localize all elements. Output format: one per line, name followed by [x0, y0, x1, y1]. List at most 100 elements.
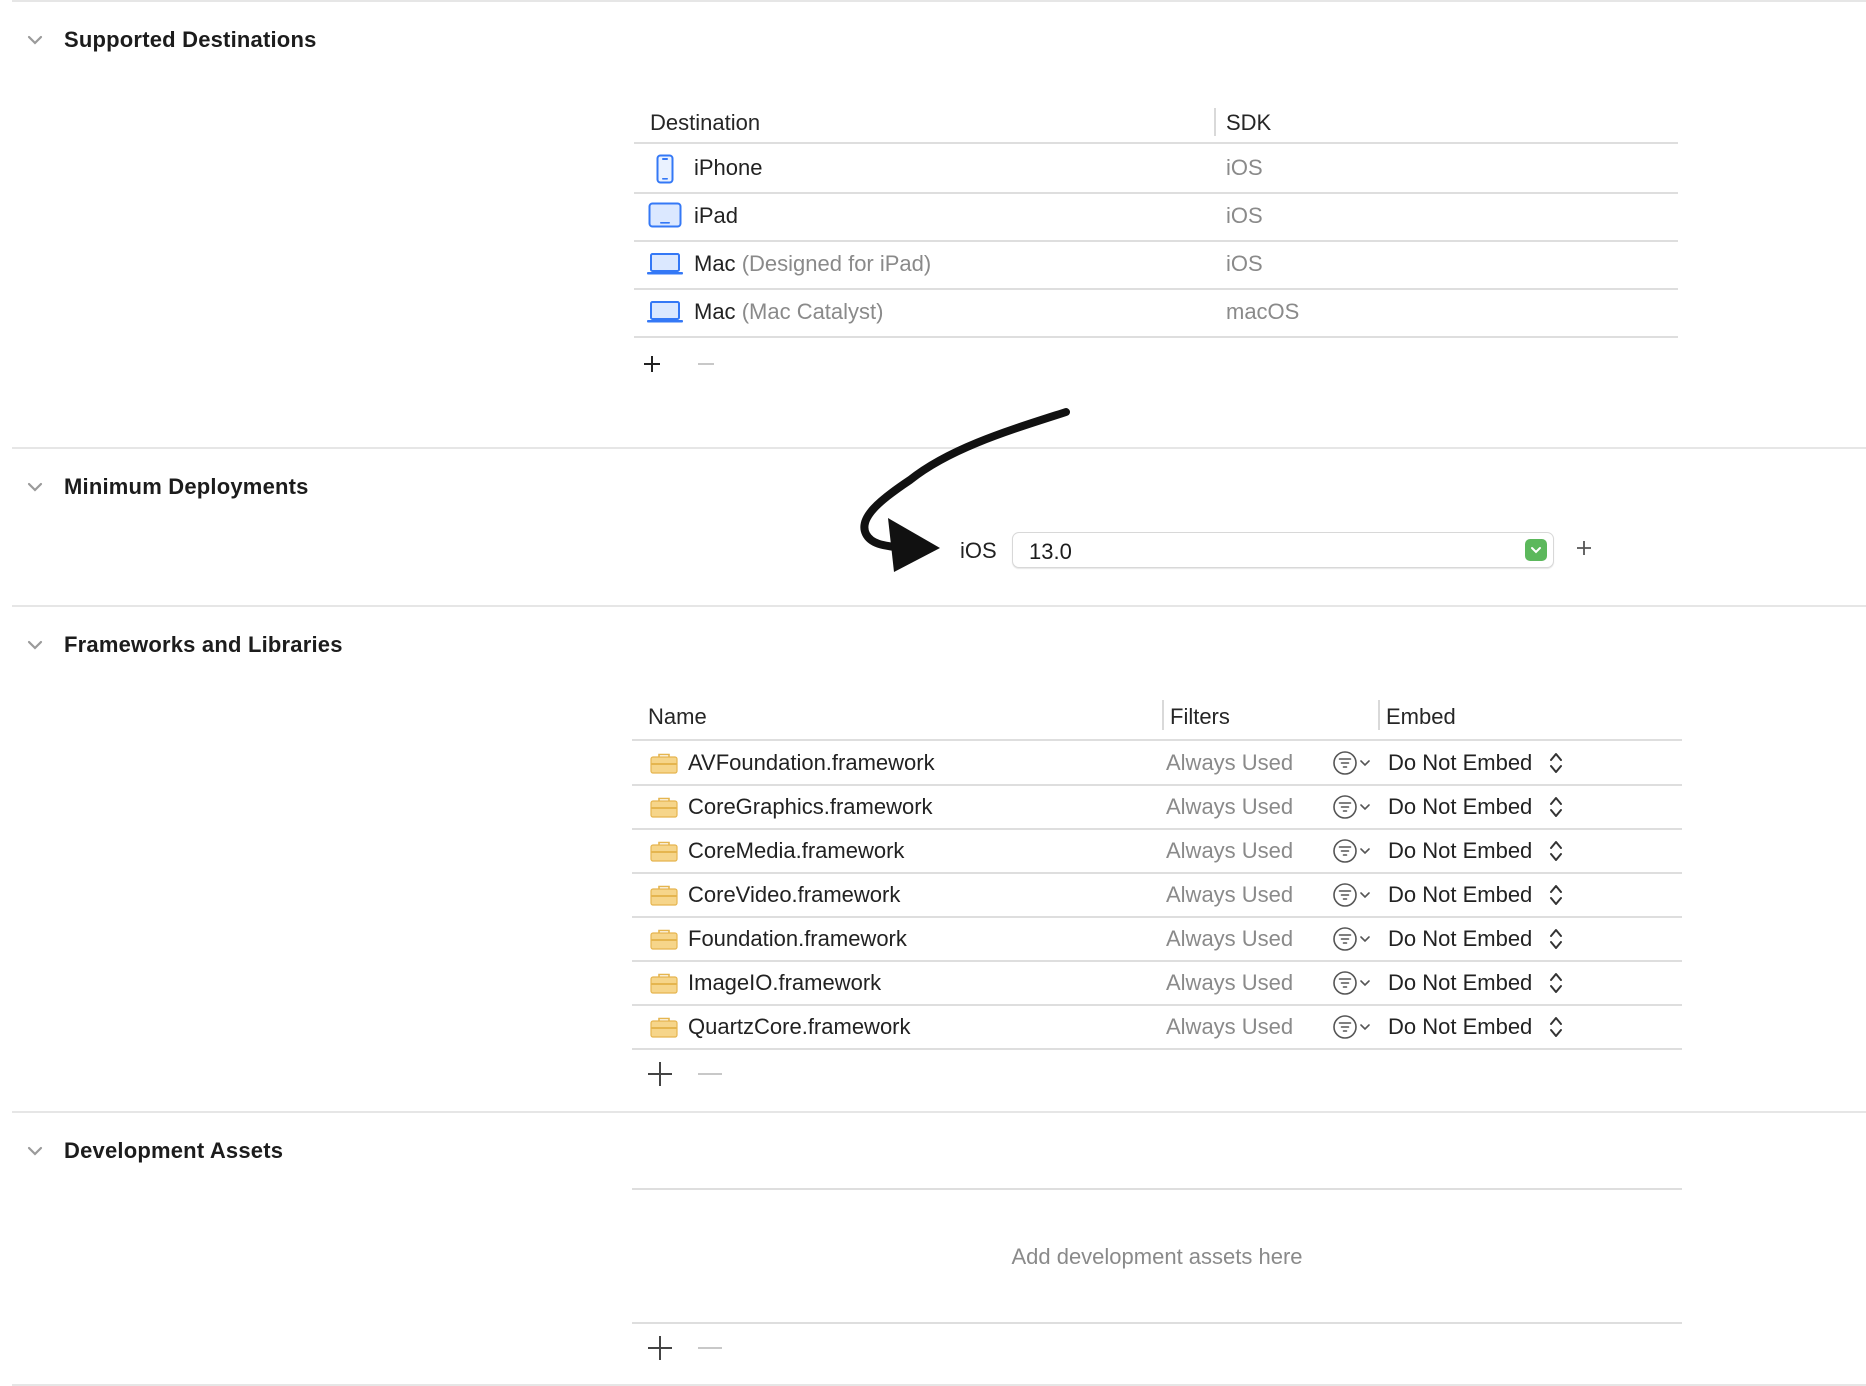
section-title: Development Assets	[64, 1138, 284, 1163]
embed-popup[interactable]: Do Not Embed	[1388, 794, 1532, 820]
embed-popup[interactable]: Do Not Embed	[1388, 882, 1532, 908]
table-row[interactable]: AVFoundation.framework Always Used Do Not …	[632, 741, 1682, 785]
filter-menu-icon[interactable]	[1332, 794, 1376, 820]
filter-menu-icon[interactable]	[1332, 838, 1376, 864]
destination-detail: (Mac Catalyst)	[741, 299, 884, 324]
table-row[interactable]: CoreVideo.framework Always Used Do Not Emb…	[632, 873, 1682, 917]
section-title: Minimum Deployments	[64, 474, 309, 499]
embed-value: Do Not Embed	[1388, 750, 1533, 775]
deployment-platform-label: iOS	[960, 538, 997, 563]
column-header-name[interactable]: Name	[648, 704, 707, 730]
table-row[interactable]: iPhone iOS	[634, 144, 1678, 192]
framework-toolbox-icon	[650, 973, 678, 994]
framework-filter: Always Used	[1166, 882, 1294, 907]
destination-name: iPad	[694, 203, 739, 228]
row-divider	[634, 336, 1678, 338]
table-row[interactable]: QuartzCore.framework Always Used Do Not Em…	[632, 1005, 1682, 1049]
table-row[interactable]: Mac (Designed for iPad) iOS	[634, 242, 1678, 288]
framework-name: Foundation.framework	[688, 926, 907, 951]
chevron-down-icon[interactable]	[24, 1140, 46, 1162]
framework-name: CoreGraphics.framework	[688, 794, 933, 819]
add-dev-asset-button[interactable]	[646, 1334, 674, 1362]
frameworks-table: Name Filters Embed AVFoundation.framewor…	[632, 696, 1682, 1096]
section-title: Supported Destinations	[64, 27, 317, 52]
ipad-icon	[648, 202, 682, 228]
chevron-down-icon[interactable]	[24, 634, 46, 656]
section-divider	[12, 605, 1866, 607]
framework-name: CoreMedia.framework	[688, 838, 905, 863]
embed-popup[interactable]: Do Not Embed	[1388, 838, 1532, 864]
chevron-down-icon[interactable]	[24, 29, 46, 51]
framework-filter: Always Used	[1166, 926, 1294, 951]
filter-menu-icon[interactable]	[1332, 882, 1376, 908]
up-down-chevron-icon[interactable]	[1548, 838, 1564, 864]
deployment-version-popup[interactable]: 13.0	[1012, 532, 1554, 568]
framework-filter: Always Used	[1166, 750, 1294, 775]
popup-indicator[interactable]	[1525, 539, 1547, 561]
iphone-icon	[656, 154, 674, 184]
up-down-chevron-icon[interactable]	[1548, 926, 1564, 952]
embed-popup[interactable]: Do Not Embed	[1388, 750, 1532, 776]
embed-value: Do Not Embed	[1388, 970, 1533, 995]
embed-value: Do Not Embed	[1388, 1014, 1533, 1039]
table-row[interactable]: CoreMedia.framework Always Used Do Not Emb…	[632, 829, 1682, 873]
framework-name: QuartzCore.framework	[688, 1014, 911, 1039]
up-down-chevron-icon[interactable]	[1548, 970, 1564, 996]
destination-name-text: Mac	[694, 251, 736, 276]
table-row[interactable]: Foundation.framework Always Used Do Not Em…	[632, 917, 1682, 961]
destination-sdk: iOS	[1226, 251, 1263, 276]
table-row[interactable]: CoreGraphics.framework Always Used Do Not …	[632, 785, 1682, 829]
table-row[interactable]: iPad iOS	[634, 194, 1678, 240]
add-framework-button[interactable]	[646, 1060, 674, 1088]
remove-dev-asset-button[interactable]	[696, 1334, 724, 1362]
embed-popup[interactable]: Do Not Embed	[1388, 926, 1532, 952]
framework-name: AVFoundation.framework	[688, 750, 935, 775]
section-header-development-assets[interactable]: Development Assets	[24, 1133, 283, 1169]
destination-sdk: iOS	[1226, 155, 1263, 180]
framework-toolbox-icon	[650, 753, 678, 774]
filter-menu-icon[interactable]	[1332, 970, 1376, 996]
dev-assets-bottom-divider	[632, 1322, 1682, 1324]
framework-toolbox-icon	[650, 797, 678, 818]
filter-menu-icon[interactable]	[1332, 750, 1376, 776]
section-header-frameworks[interactable]: Frameworks and Libraries	[24, 627, 343, 663]
up-down-chevron-icon[interactable]	[1548, 882, 1564, 908]
filter-menu-icon[interactable]	[1332, 1014, 1376, 1040]
table-row[interactable]: Mac (Mac Catalyst) macOS	[634, 290, 1678, 336]
column-header-filters[interactable]: Filters	[1170, 704, 1230, 730]
section-title: Frameworks and Libraries	[64, 632, 343, 657]
mac-laptop-icon	[647, 301, 683, 323]
framework-filter: Always Used	[1166, 1014, 1294, 1039]
row-divider	[632, 1048, 1682, 1050]
column-separator	[1378, 700, 1380, 730]
add-deployment-button[interactable]	[1576, 540, 1592, 556]
destination-name-text: Mac	[694, 299, 736, 324]
remove-framework-button[interactable]	[696, 1060, 724, 1088]
up-down-chevron-icon[interactable]	[1548, 1014, 1564, 1040]
mac-laptop-icon	[647, 253, 683, 275]
top-divider	[12, 0, 1866, 2]
embed-popup[interactable]: Do Not Embed	[1388, 1014, 1532, 1040]
column-header-sdk[interactable]: SDK	[1226, 110, 1271, 136]
column-header-destination[interactable]: Destination	[650, 110, 760, 136]
embed-popup[interactable]: Do Not Embed	[1388, 970, 1532, 996]
embed-value: Do Not Embed	[1388, 882, 1533, 907]
destination-name: iPhone	[694, 155, 763, 180]
filter-menu-icon[interactable]	[1332, 926, 1376, 952]
destination-detail: (Designed for iPad)	[741, 251, 932, 276]
up-down-chevron-icon[interactable]	[1548, 794, 1564, 820]
destination-name: Mac (Designed for iPad)	[694, 251, 931, 277]
table-row[interactable]: ImageIO.framework Always Used Do Not Embed	[632, 961, 1682, 1005]
section-header-supported-destinations[interactable]: Supported Destinations	[24, 22, 317, 58]
section-header-minimum-deployments[interactable]: Minimum Deployments	[24, 469, 309, 505]
destination-sdk: iOS	[1226, 203, 1263, 228]
column-header-embed[interactable]: Embed	[1386, 704, 1456, 730]
remove-destination-button[interactable]	[696, 354, 716, 374]
add-destination-button[interactable]	[642, 354, 662, 374]
framework-toolbox-icon	[650, 1017, 678, 1038]
framework-toolbox-icon	[650, 929, 678, 950]
chevron-down-icon[interactable]	[24, 476, 46, 498]
up-down-chevron-icon[interactable]	[1548, 750, 1564, 776]
column-separator	[1162, 700, 1164, 730]
section-divider	[12, 1111, 1866, 1113]
